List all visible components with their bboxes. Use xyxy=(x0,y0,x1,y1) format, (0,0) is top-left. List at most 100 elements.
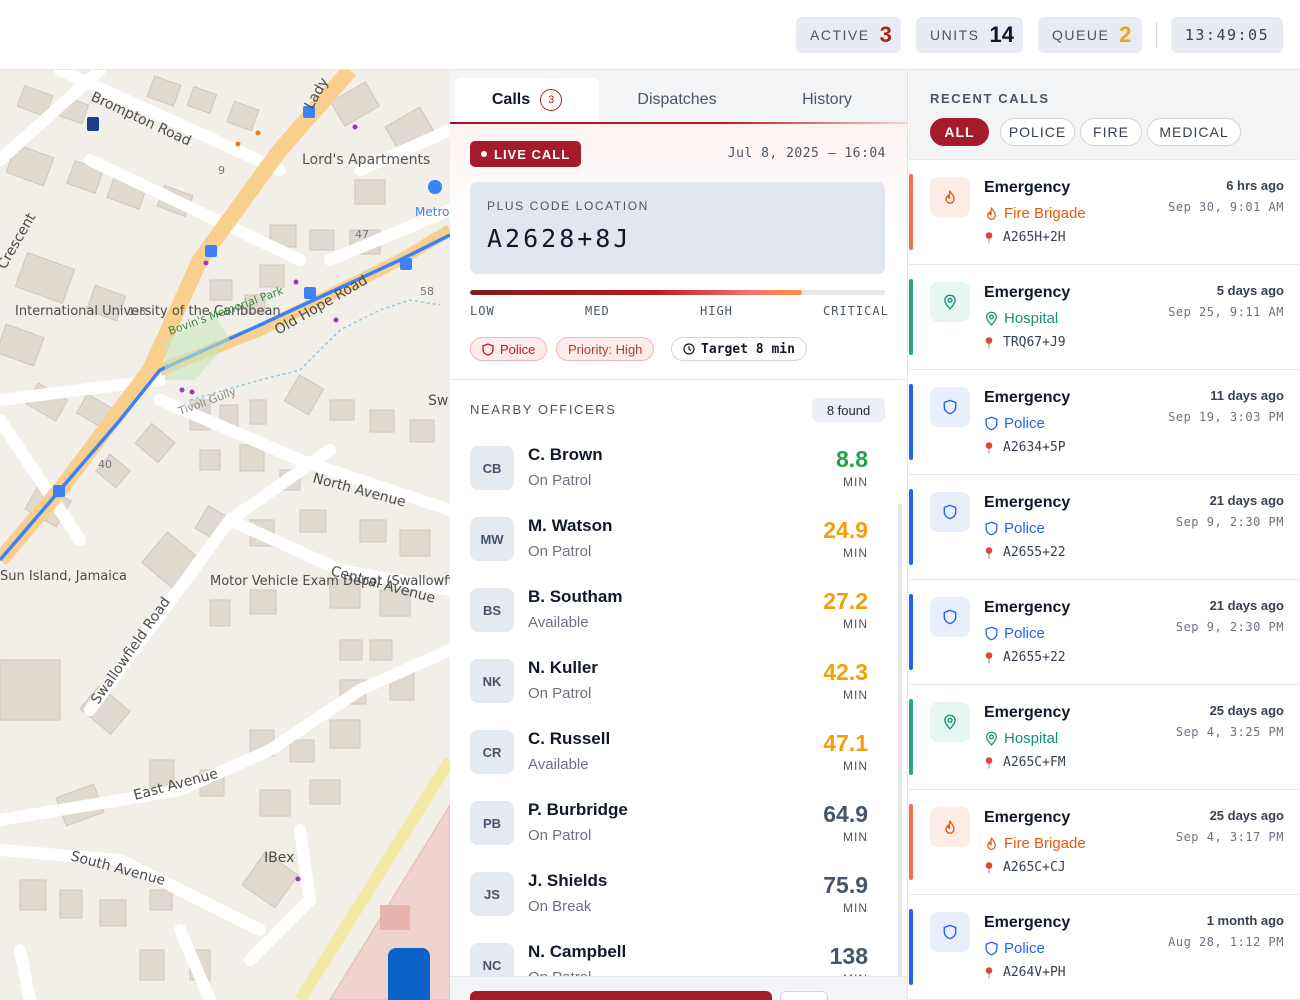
severity-bar xyxy=(470,290,885,295)
clock: 13:49:05 xyxy=(1171,17,1283,53)
officer-status: On Patrol xyxy=(528,827,592,844)
officer-status: On Patrol xyxy=(528,543,592,560)
call-location: A2655+22 xyxy=(984,650,1066,665)
officer-eta-unit: MIN xyxy=(843,759,868,773)
nearby-officers-title: NEARBY OFFICERS xyxy=(470,402,617,417)
secondary-button[interactable] xyxy=(780,991,828,1000)
call-title: Emergency xyxy=(984,809,1071,826)
recent-call-card[interactable]: Emergency Hospital TRQ67+J9 5 days ago Sep 2… xyxy=(909,265,1300,370)
officer-name: J. Shields xyxy=(528,871,608,890)
flame-icon xyxy=(945,190,955,204)
map-label-lords-text: Lord's Apartments xyxy=(302,152,430,168)
tab-calls-label: Calls xyxy=(491,91,531,108)
officer-row[interactable]: CR C. Russell Available 47.1 MIN xyxy=(470,726,870,788)
call-type: Fire Brigade xyxy=(984,205,1086,222)
call-type-icon-box xyxy=(930,387,970,427)
map-view[interactable]: Brompton Road Lord's Apartments Lady Cre… xyxy=(0,70,450,1000)
call-date: Sep 19, 3:03 PM xyxy=(1168,410,1284,424)
plus-code-card[interactable]: PLUS CODE LOCATION A2628+8J xyxy=(470,182,885,274)
map-pin-icon xyxy=(985,232,993,244)
call-location-code: A2655+22 xyxy=(1003,650,1066,665)
filter-police[interactable]: POLICE xyxy=(1000,118,1075,146)
recent-call-card[interactable]: Emergency Fire Brigade A265H+2H 6 hrs ago Se… xyxy=(909,160,1300,265)
officer-row[interactable]: NK N. Kuller On Patrol 42.3 MIN xyxy=(470,655,870,717)
officer-row[interactable]: BS B. Southam Available 27.2 MIN xyxy=(470,584,870,646)
officer-row[interactable]: PB P. Burbridge On Patrol 64.9 MIN xyxy=(470,797,870,859)
plus-code-label: PLUS CODE LOCATION xyxy=(487,199,649,213)
queue-stat[interactable]: QUEUE 2 xyxy=(1038,17,1142,53)
recent-call-card[interactable]: Emergency Hospital A265C+FM 25 days ago Sep … xyxy=(909,685,1300,790)
filter-medical[interactable]: MEDICAL xyxy=(1147,118,1241,146)
officer-row[interactable]: MW M. Watson On Patrol 24.9 MIN xyxy=(470,513,870,575)
officer-list-scrollbar[interactable] xyxy=(898,504,902,1000)
call-type: Police xyxy=(984,940,1045,957)
call-type-label: Police xyxy=(1004,520,1045,537)
officer-row[interactable]: CB C. Brown On Patrol 8.8 MIN xyxy=(470,442,870,504)
dispatch-button[interactable] xyxy=(470,991,772,1000)
recent-call-card[interactable]: Emergency Police A2634+5P 11 days ago Sep 19… xyxy=(909,370,1300,475)
call-age: 21 days ago xyxy=(1209,598,1284,613)
flame-icon xyxy=(945,820,955,834)
tab-history[interactable]: History xyxy=(755,78,899,122)
officer-name: P. Burbridge xyxy=(528,800,628,819)
filter-all[interactable]: ALL xyxy=(930,118,989,146)
tab-dispatches[interactable]: Dispatches xyxy=(605,78,749,122)
call-location: A2655+22 xyxy=(984,545,1066,560)
call-type-icon-box xyxy=(930,492,970,532)
shield-icon xyxy=(985,521,998,536)
recent-calls-title: RECENT CALLS xyxy=(930,91,1050,106)
live-call-label: LIVE CALL xyxy=(494,146,571,162)
recent-call-card[interactable]: Emergency Police A2655+22 21 days ago Sep 9,… xyxy=(909,580,1300,685)
call-type-label: Police xyxy=(1004,625,1045,642)
units-label: UNITS xyxy=(930,27,980,43)
location-pin-icon xyxy=(944,294,956,310)
map-pin-icon xyxy=(985,442,993,454)
officer-row[interactable]: JS J. Shields On Break 75.9 MIN xyxy=(470,868,870,930)
map-label-lords: Lord's Apartments xyxy=(302,152,430,168)
call-type-label: Police xyxy=(1004,415,1045,432)
severity-critical: CRITICAL xyxy=(823,304,889,318)
call-age: 6 hrs ago xyxy=(1226,178,1284,193)
call-age: 5 days ago xyxy=(1216,283,1284,298)
officer-eta: 27.2 xyxy=(823,588,868,614)
call-location-code: TRQ67+J9 xyxy=(1003,335,1066,350)
shield-icon xyxy=(985,941,998,956)
officer-name: N. Kuller xyxy=(528,658,598,677)
map-pin-icon xyxy=(985,652,993,664)
call-title: Emergency xyxy=(984,599,1071,616)
action-bar xyxy=(450,976,907,1000)
priority-chip: Priority: High xyxy=(556,337,655,361)
location-pin-icon xyxy=(986,311,997,326)
shield-icon xyxy=(985,626,998,641)
tab-calls[interactable]: Calls 3 xyxy=(455,78,599,122)
call-date: Sep 9, 2:30 PM xyxy=(1175,515,1284,529)
severity-high: HIGH xyxy=(700,304,733,318)
officer-status: On Patrol xyxy=(528,472,592,489)
officer-avatar: JS xyxy=(470,872,514,916)
call-title: Emergency xyxy=(984,179,1071,196)
active-stat[interactable]: ACTIVE 3 xyxy=(796,17,901,53)
filter-fire[interactable]: FIRE xyxy=(1080,118,1142,146)
units-stat[interactable]: UNITS 14 xyxy=(916,17,1023,53)
call-type-stripe xyxy=(909,384,913,460)
call-type-stripe xyxy=(909,909,913,985)
call-type-label: Hospital xyxy=(1004,730,1059,747)
officer-eta: 8.8 xyxy=(836,446,868,472)
recent-call-card[interactable]: Emergency Fire Brigade A265C+CJ 25 days ago… xyxy=(909,790,1300,895)
call-panel: Calls 3 Dispatches History LIVE CALL Jul… xyxy=(450,70,908,1000)
service-chip: Police xyxy=(470,337,548,361)
call-type: Hospital xyxy=(984,730,1058,747)
call-location-code: A2634+5P xyxy=(1003,440,1066,455)
map-canvas[interactable]: Brompton Road Lord's Apartments Lady Cre… xyxy=(0,70,450,1000)
call-type-icon-box xyxy=(930,597,970,637)
recent-call-card[interactable]: Emergency Police A264V+PH 1 month ago Aug 28… xyxy=(909,895,1300,1000)
plus-code-value: A2628+8J xyxy=(487,224,632,253)
recent-call-card[interactable]: Emergency Police A2655+22 21 days ago Sep 9,… xyxy=(909,475,1300,580)
top-bar: ACTIVE 3 UNITS 14 QUEUE 2 13:49:05 xyxy=(0,0,1300,70)
priority-chip-label: Priority: High xyxy=(568,341,643,357)
service-chip-label: Police xyxy=(500,341,536,357)
officer-eta: 64.9 xyxy=(823,801,868,827)
call-location: A2634+5P xyxy=(984,440,1066,455)
call-title: Emergency xyxy=(984,704,1071,721)
call-age: 25 days ago xyxy=(1209,808,1284,823)
